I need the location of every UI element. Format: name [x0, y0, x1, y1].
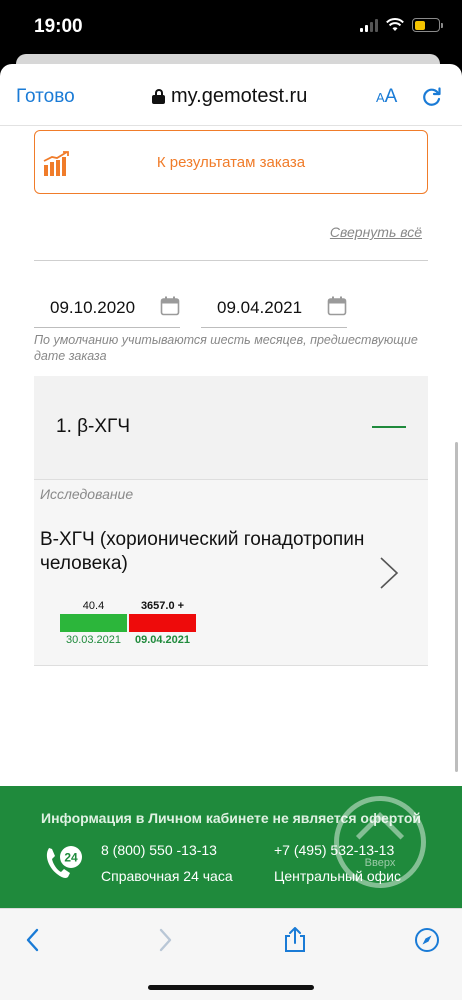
svg-text:24: 24 [64, 851, 78, 865]
site-footer: Информация в Личном кабинете не является… [0, 786, 462, 908]
study-name[interactable]: B-ХГЧ (хорионический гонадотропин челове… [40, 528, 396, 576]
wifi-icon [386, 18, 404, 31]
phone-24-icon: 24 [46, 846, 82, 878]
address-bar[interactable]: my.gemotest.ru [152, 85, 307, 108]
collapse-all-link[interactable]: Свернуть всё [330, 224, 422, 240]
signal-icon [360, 18, 378, 32]
divider [34, 665, 428, 666]
date-from-field[interactable]: 09.10.2020 [34, 288, 180, 328]
result-value: 3657.0 + [140, 600, 185, 612]
reload-icon[interactable] [421, 86, 443, 108]
collapse-toggle-icon[interactable] [372, 426, 406, 428]
result-date: 09.04.2021 [134, 634, 191, 646]
phone-helpline-label: Справочная 24 часа [101, 868, 233, 884]
back-icon[interactable] [20, 927, 46, 953]
study-label: Исследование [40, 486, 134, 502]
share-icon[interactable] [282, 927, 308, 953]
text-size-button[interactable]: AA [376, 86, 397, 108]
compass-icon[interactable] [414, 927, 440, 953]
results-button-label: К результатам заказа [156, 154, 306, 171]
battery-icon [412, 18, 443, 32]
test-section: 1. β-ХГЧ Исследование B-ХГЧ (хорионическ… [34, 376, 428, 666]
date-to-field[interactable]: 09.04.2021 [201, 288, 347, 328]
phone-helpline[interactable]: 8 (800) 550 -13-13 [101, 842, 217, 858]
arrow-up-icon [355, 811, 405, 861]
divider [34, 260, 428, 261]
scrollbar[interactable] [455, 442, 458, 772]
section-title: 1. β-ХГЧ [56, 416, 131, 437]
result-value: 40.4 [82, 600, 105, 612]
lock-icon [152, 89, 165, 104]
results-button[interactable]: К результатам заказа [34, 130, 428, 194]
status-bar: 19:00 [0, 0, 462, 56]
date-to-value: 09.04.2021 [217, 298, 303, 317]
date-hint: По умолчанию учитываются шесть месяцев, … [34, 333, 418, 363]
scroll-to-top-button[interactable]: Вверх [334, 796, 426, 888]
forward-icon[interactable] [152, 927, 178, 953]
result-bar-high [129, 614, 196, 632]
scroll-to-top-label: Вверх [364, 857, 396, 869]
section-header[interactable]: 1. β-ХГЧ [34, 376, 428, 480]
result-bar-normal [60, 614, 127, 632]
done-button[interactable]: Готово [16, 86, 75, 108]
calendar-icon[interactable] [160, 296, 180, 316]
home-indicator [148, 985, 314, 990]
status-icons [360, 18, 443, 32]
chevron-right-icon[interactable] [378, 556, 400, 590]
page-content: К результатам заказа Свернуть всё 09.10.… [0, 126, 462, 786]
calendar-icon[interactable] [327, 296, 347, 316]
date-from-value: 09.10.2020 [50, 298, 136, 317]
result-date: 30.03.2021 [65, 634, 122, 646]
status-time: 19:00 [34, 16, 83, 37]
url-text: my.gemotest.ru [171, 85, 308, 107]
browser-bar: Готово my.gemotest.ru AA [0, 64, 462, 126]
